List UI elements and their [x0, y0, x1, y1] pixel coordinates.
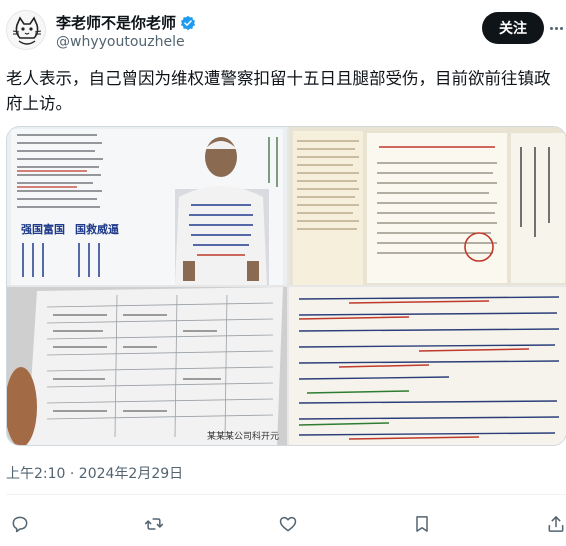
tweet-header: 李老师不是你老师 @whyyoutouzhele 关注 — [0, 0, 566, 60]
author-handle[interactable]: @whyyoutouzhele — [56, 34, 185, 50]
photo-3[interactable]: 某某某公司科开元 — [7, 287, 287, 445]
retweet-button[interactable] — [136, 506, 172, 542]
bookmark-icon — [416, 516, 428, 532]
avatar[interactable] — [6, 10, 46, 50]
svg-text:某某某公司科开元: 某某某公司科开元 — [207, 430, 279, 442]
verified-badge-icon — [180, 15, 196, 30]
share-button[interactable] — [538, 506, 566, 542]
divider — [6, 494, 566, 495]
photo-1[interactable]: 强国富国 国救威逼 — [7, 127, 287, 285]
bookmark-button[interactable] — [404, 506, 440, 542]
heart-icon — [279, 516, 297, 532]
tweet-timestamp[interactable]: 上午2:10 · 2024年2月29日 — [6, 463, 183, 483]
retweet-icon — [144, 518, 164, 530]
photo-2[interactable] — [289, 127, 566, 285]
author-name-row[interactable]: 李老师不是你老师 — [56, 12, 196, 33]
action-bar — [0, 506, 566, 542]
media-grid: 强国富国 国救威逼 某某某公司科开元 — [6, 126, 566, 446]
reply-button[interactable] — [2, 506, 38, 542]
cat-avatar-icon — [7, 11, 45, 49]
photo-4[interactable] — [289, 287, 566, 445]
display-name[interactable]: 李老师不是你老师 — [56, 12, 176, 33]
share-icon — [548, 516, 564, 532]
like-button[interactable] — [270, 506, 306, 542]
reply-icon — [12, 516, 28, 533]
form-document-image: 某某某公司科开元 — [7, 287, 287, 445]
document-with-man-image: 强国富国 国救威逼 — [7, 127, 287, 285]
more-options-icon[interactable] — [548, 20, 564, 36]
follow-button[interactable]: 关注 — [482, 12, 544, 44]
handwritten-document-image — [289, 287, 566, 445]
tweet-text: 老人表示，自己曾因为维权遭警察扣留十五日且腿部受伤，目前欲前往镇政府上访。 — [6, 69, 551, 113]
svg-text:强国富国: 强国富国 — [21, 222, 65, 236]
bank-statement-image — [289, 127, 566, 285]
svg-text:国救威逼: 国救威逼 — [75, 222, 119, 236]
